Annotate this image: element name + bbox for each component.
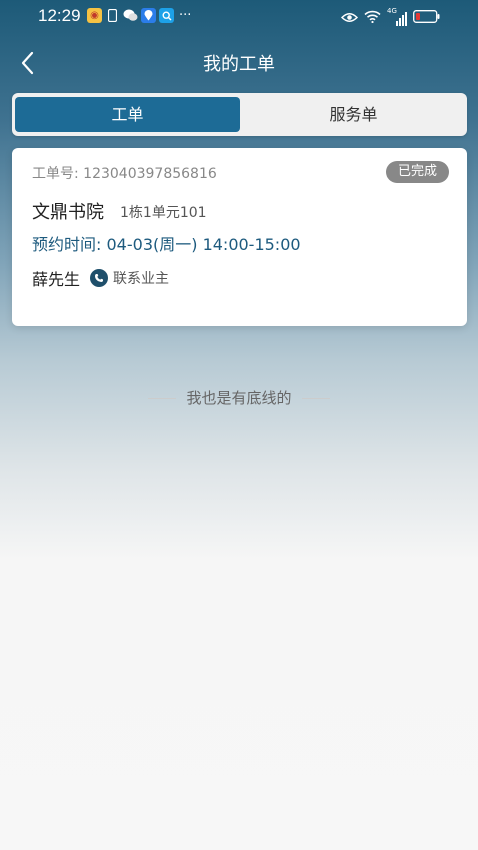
work-order-card[interactable]: 工单号: 123040397856816 已完成 文鼎书院 1栋1单元101 预…: [12, 148, 467, 326]
page-title: 我的工单: [203, 54, 275, 75]
appointment-label: 预约时间:: [32, 235, 102, 254]
search-app-icon: [159, 8, 174, 23]
end-of-list-indicator: 我也是有底线的: [0, 387, 478, 408]
status-time: 12:29: [38, 6, 81, 25]
more-dots-icon: ···: [179, 8, 192, 23]
wifi-icon: [364, 8, 381, 27]
contact-name: 薛先生: [32, 270, 81, 289]
tab-service-order[interactable]: 服务单: [240, 97, 467, 132]
contact-owner-link[interactable]: 联系业主: [113, 268, 169, 288]
order-number-row: 工单号: 123040397856816: [32, 163, 217, 183]
appointment-time: 04-03(周一) 14:00-15:00: [106, 235, 301, 254]
unit-address: 1栋1单元101: [120, 205, 207, 221]
contact-row: 薛先生 联系业主: [32, 266, 169, 290]
order-number: 123040397856816: [83, 166, 217, 182]
nav-bar: 我的工单: [0, 34, 478, 92]
divider-right: [301, 398, 330, 399]
wechat-icon: [123, 8, 138, 23]
weibo-icon: ◉: [87, 8, 102, 23]
tab-work-order[interactable]: 工单: [15, 97, 240, 132]
location-icon: [141, 8, 156, 23]
eye-icon: [340, 8, 359, 27]
network-type-label: 4G: [387, 6, 397, 15]
signal-icon: 4G: [387, 7, 407, 26]
system-icons: 4G: [340, 7, 440, 27]
notification-icons: ◉ ···: [87, 8, 191, 23]
status-bar: 12:29 ◉ ··· 4G: [0, 0, 478, 34]
tab-bar: 工单 服务单: [12, 93, 467, 136]
phone-icon: [105, 8, 120, 23]
place-name: 文鼎书院: [32, 202, 104, 223]
appointment-row: 预约时间: 04-03(周一) 14:00-15:00: [32, 231, 301, 255]
end-of-list-text: 我也是有底线的: [186, 389, 292, 407]
divider-left: [148, 398, 177, 399]
phone-call-icon[interactable]: [90, 269, 109, 287]
status-badge: 已完成: [385, 161, 449, 183]
battery-icon: [413, 8, 440, 27]
order-number-label: 工单号:: [32, 166, 79, 182]
